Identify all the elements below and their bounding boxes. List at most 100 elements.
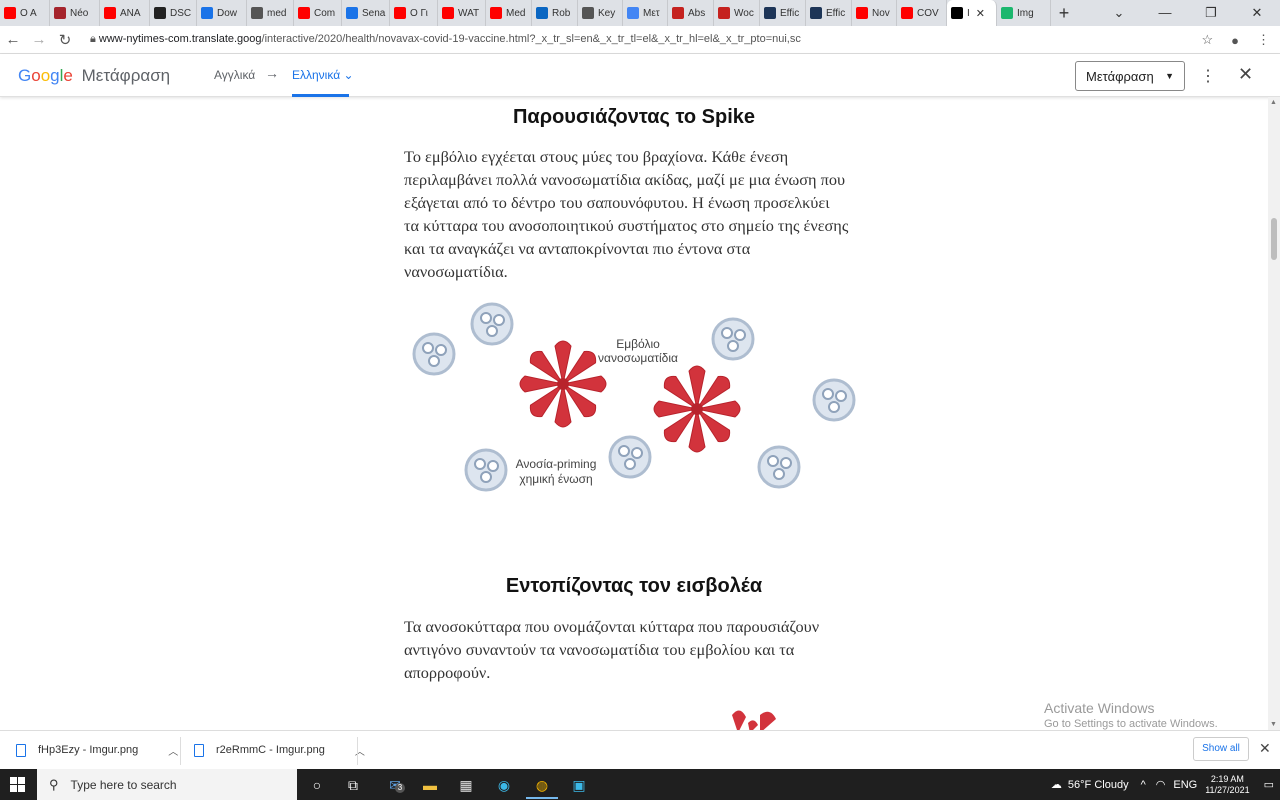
browser-tab[interactable]: Key (578, 0, 623, 26)
download-icon (201, 7, 213, 19)
url-field[interactable]: 🔒︎ www-nytimes-com.translate.goog/intera… (90, 33, 801, 46)
notifications-icon[interactable]: ▭ (1264, 778, 1274, 791)
windows-start-icon[interactable] (10, 777, 26, 793)
tab-label: Néo (70, 7, 89, 19)
browser-tab[interactable]: Dow (197, 0, 247, 26)
browser-tab[interactable]: Μετ (623, 0, 668, 26)
browser-tab[interactable]: Img (997, 0, 1051, 26)
chrome-icon[interactable]: ◍ (530, 773, 554, 797)
paragraph-line: Τα ανοσοκύτταρα που ονομάζονται κύτταρα … (404, 617, 820, 636)
target-language-tab[interactable]: Ελληνικά ⌄ (292, 68, 354, 82)
clock[interactable]: 2:19 AM 11/27/2021 (1205, 774, 1249, 796)
watermark-line1: Activate Windows (1044, 700, 1155, 716)
edge-icon[interactable]: ◉ (492, 773, 516, 797)
google-translate-logo[interactable]: Google Μετάφραση (18, 66, 170, 86)
restore-button[interactable]: ❐ (1188, 0, 1234, 26)
browser-tab[interactable]: Sena (342, 0, 390, 26)
tab-label: Effic (780, 7, 800, 19)
bookmark-star-icon[interactable]: ☆ (1201, 32, 1213, 48)
reload-button[interactable]: ↻ (52, 31, 78, 49)
youtube-icon (298, 7, 310, 19)
close-download-bar-icon[interactable]: ✕ (1259, 740, 1271, 757)
browser-tab[interactable]: Com (294, 0, 342, 26)
logo-letter: o (31, 66, 41, 85)
source-language-tab[interactable]: Αγγλικά (214, 68, 255, 82)
download-item[interactable]: fHp3Ezy - Imgur.png ︿ (16, 731, 178, 769)
profile-icon[interactable]: ● (1231, 33, 1239, 48)
browser-tab[interactable]: Néo (50, 0, 100, 26)
browser-tab[interactable]: Abs (668, 0, 714, 26)
chevron-up-icon[interactable]: ︿ (168, 743, 178, 758)
app-icon[interactable]: ▣ (567, 773, 591, 797)
close-translate-icon[interactable]: ✕ (1238, 64, 1253, 85)
menu-icon[interactable]: ⋮ (1257, 32, 1270, 48)
tab-label: DSC (170, 7, 192, 19)
download-item[interactable]: r2eRmmC - Imgur.png ︿ (194, 731, 365, 769)
dropdown-icon[interactable]: ⌄ (1096, 0, 1142, 26)
browser-tab[interactable]: Effic (760, 0, 806, 26)
adjuvant-particle-icon (412, 332, 456, 376)
tray-chevron-icon[interactable]: ^ (1141, 779, 1146, 791)
vertical-scrollbar[interactable]: ▲ ▼ (1268, 97, 1280, 730)
adjuvant-particle-icon (812, 378, 856, 422)
browser-tab[interactable]: ANA (100, 0, 150, 26)
paragraph-line: Το εμβόλιο εγχέεται στους μύες του βραχί… (404, 147, 789, 166)
paragraph-line: αντιγόνο συναντούν τα νανοσωματίδια του … (404, 640, 795, 659)
adjuvant-particle-icon (757, 445, 801, 489)
file-icon (194, 743, 204, 757)
activate-windows-watermark: Activate Windows Go to Settings to activ… (1044, 700, 1218, 730)
more-options-icon[interactable]: ⋮ (1200, 66, 1216, 86)
browser-tab[interactable]: Woc (714, 0, 760, 26)
tab-label: med (267, 7, 287, 19)
show-all-button[interactable]: Show all (1193, 737, 1249, 761)
new-tab-button[interactable]: + (1051, 3, 1077, 24)
task-view-icon[interactable]: ⧉ (341, 773, 365, 797)
adjuvant-particle-icon (711, 317, 755, 361)
browser-tab[interactable]: Ι ✕ (947, 0, 997, 26)
close-window-button[interactable]: ✕ (1234, 0, 1280, 26)
browser-tab[interactable]: Nov (852, 0, 897, 26)
browser-tab[interactable]: WAT (438, 0, 486, 26)
translate-icon (627, 7, 639, 19)
section-title: Εντοπίζοντας τον εισβολέα (505, 575, 763, 597)
tab-label: O A (20, 7, 37, 19)
file-explorer-icon[interactable]: ▬ (418, 773, 442, 797)
globe-icon (582, 7, 594, 19)
scrollbar-thumb[interactable] (1271, 218, 1277, 260)
paragraph-line: απορροφούν. (404, 663, 491, 682)
download-filename: fHp3Ezy - Imgur.png (38, 744, 139, 756)
tab-label: Key (598, 7, 616, 19)
scroll-down-icon[interactable]: ▼ (1270, 721, 1277, 728)
minimize-button[interactable]: — (1142, 0, 1188, 26)
translate-mode-select[interactable]: Μετάφραση ▼ (1075, 61, 1185, 91)
browser-tab[interactable]: med (247, 0, 294, 26)
browser-tab[interactable]: O Γι (390, 0, 438, 26)
language-indicator[interactable]: ENG (1173, 779, 1197, 791)
logo-letter: o (40, 66, 51, 85)
store-icon[interactable]: ▦ (454, 773, 478, 797)
divider (357, 737, 358, 765)
browser-tab[interactable]: O A (0, 0, 50, 26)
imgur-icon (1001, 7, 1013, 19)
cortana-icon[interactable]: ○ (305, 773, 329, 797)
browser-tab[interactable]: COV (897, 0, 947, 26)
tab-label: Nov (872, 7, 890, 19)
close-tab-icon[interactable]: ✕ (976, 7, 985, 20)
browser-tab[interactable]: Rob (532, 0, 578, 26)
weather-text[interactable]: 56°F Cloudy (1068, 779, 1129, 791)
tab-label: Rob (552, 7, 571, 19)
tab-label: Ι (967, 7, 970, 19)
paragraph-line: περιλαμβάνει πολλά νανοσωματίδια ακίδας,… (404, 170, 846, 189)
taskbar-search-box[interactable]: ⚲ Type here to search (37, 769, 297, 800)
browser-tab[interactable]: Effic (806, 0, 852, 26)
browser-tab[interactable]: DSC (150, 0, 197, 26)
translate-select-label: Μετάφραση (1086, 69, 1154, 84)
wifi-icon[interactable]: ◠ (1156, 778, 1166, 791)
scroll-up-icon[interactable]: ▲ (1270, 99, 1277, 106)
logo-letter: g (50, 66, 60, 85)
forward-button[interactable]: → (26, 31, 52, 48)
browser-tab[interactable]: Med (486, 0, 532, 26)
adjuvant-particle-icon (470, 302, 514, 346)
back-button[interactable]: ← (0, 31, 26, 48)
active-app-indicator (526, 797, 558, 799)
